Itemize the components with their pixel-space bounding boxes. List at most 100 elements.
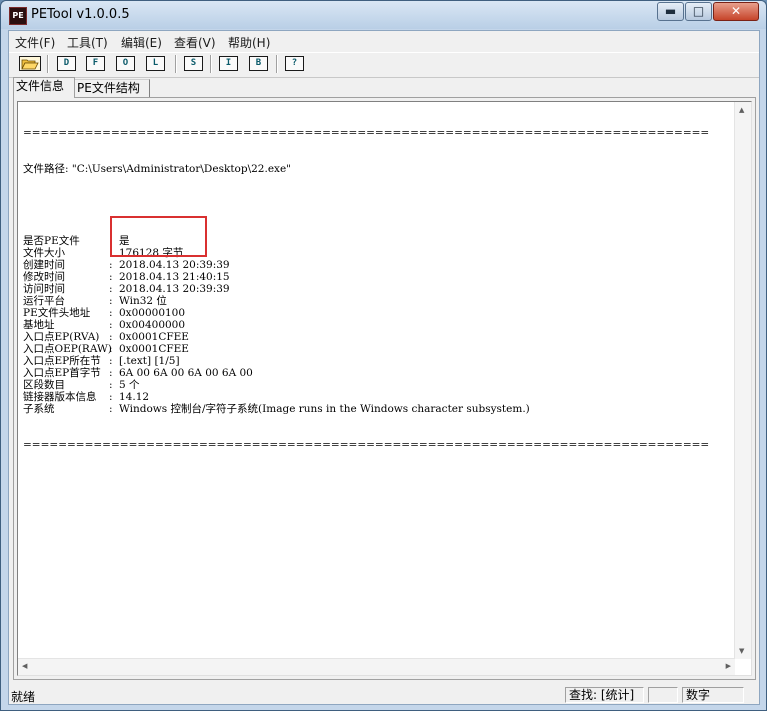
info-row-separator: : (109, 355, 113, 367)
toolbar-separator (175, 55, 177, 73)
info-row-key: 基地址 (23, 319, 55, 331)
minimize-button[interactable]: ▬ (657, 2, 684, 21)
info-row-key: 运行平台 (23, 295, 65, 307)
status-num: 数字 (682, 687, 744, 703)
info-row-separator: : (109, 259, 113, 271)
status-bar: 就绪 查找: [统计] 数字 (9, 685, 759, 704)
info-row-value: 2018.04.13 20:39:39 (119, 283, 230, 295)
info-row-key: 访问时间 (23, 283, 65, 295)
info-row-separator: : (109, 319, 113, 331)
info-row-key: 入口点EP所在节 (23, 355, 101, 367)
menu-help[interactable]: 帮助(H) (228, 34, 270, 51)
toolbar-button-d[interactable]: D (57, 56, 76, 71)
info-row-key: 链接器版本信息 (23, 391, 97, 403)
info-row-separator: : (109, 343, 113, 355)
vertical-scrollbar[interactable]: ▲ ▼ (734, 102, 751, 659)
info-row-key: PE文件头地址 (23, 307, 91, 319)
file-info-textbox[interactable]: ========================================… (17, 101, 752, 676)
folder-open-icon[interactable] (19, 56, 41, 71)
info-row: 入口点OEP(RAW): 0x0001CFEE (23, 343, 733, 355)
info-row-separator: : (109, 403, 113, 415)
info-row-key: 子系统 (23, 403, 55, 415)
info-rows: 是否PE文件: 是文件大小:176128 字节 创建时间:2018.04.13 20… (23, 235, 733, 415)
info-row-separator: : (109, 331, 113, 343)
info-row: 区段数目:5 个 (23, 379, 733, 391)
maximize-button[interactable]: □ (685, 2, 712, 21)
info-row: 运行平台: Win32 位 (23, 295, 733, 307)
toolbar-button-b[interactable]: B (249, 56, 268, 71)
status-blank (648, 687, 678, 703)
app-icon: PE (9, 7, 27, 25)
info-row: 创建时间:2018.04.13 20:39:39 (23, 259, 733, 271)
info-row-key: 文件大小 (23, 247, 65, 259)
info-row-separator: : (109, 307, 113, 319)
info-row-key: 入口点OEP(RAW) (23, 343, 112, 355)
tab-strip: 文件信息 PE文件结构 (9, 77, 759, 98)
main-window: PE PETool v1.0.0.5 ▬ □ ✕ 文件(F) 工具(T) 编辑(… (0, 0, 767, 711)
toolbar-button-l[interactable]: L (146, 56, 165, 71)
window-title: PETool v1.0.0.5 (31, 7, 130, 22)
info-row-separator: : (109, 379, 113, 391)
info-row-key: 是否PE文件 (23, 235, 80, 247)
info-row: 修改时间:2018.04.13 21:40:15 (23, 271, 733, 283)
toolbar-button-s[interactable]: S (184, 56, 203, 71)
tab-pe-structure[interactable]: PE文件结构 (75, 79, 150, 97)
info-row-key: 创建时间 (23, 259, 65, 271)
info-row-key: 修改时间 (23, 271, 65, 283)
scroll-right-arrow[interactable]: ▶ (726, 662, 731, 670)
menu-edit[interactable]: 编辑(E) (121, 34, 162, 51)
scroll-left-arrow[interactable]: ◀ (22, 662, 27, 670)
info-row-value: 6A 00 6A 00 6A 00 6A 00 (119, 367, 253, 379)
title-bar[interactable]: PE PETool v1.0.0.5 ▬ □ ✕ (1, 1, 766, 29)
info-row: 访问时间:2018.04.13 20:39:39 (23, 283, 733, 295)
info-row: 链接器版本信息:14.12 (23, 391, 733, 403)
info-row: PE文件头地址:0x00000100 (23, 307, 733, 319)
client-area: 文件(F) 工具(T) 编辑(E) 查看(V) 帮助(H) D F O L S … (8, 30, 760, 705)
toolbar: D F O L S I B ? (9, 52, 759, 78)
menu-bar: 文件(F) 工具(T) 编辑(E) 查看(V) 帮助(H) (9, 31, 759, 51)
divider-line: ========================================… (23, 439, 710, 451)
toolbar-separator (276, 55, 278, 73)
info-row-separator: : (109, 295, 113, 307)
info-row-value: 2018.04.13 21:40:15 (119, 271, 230, 283)
info-row-value: 5 个 (119, 379, 140, 391)
info-row-separator: : (109, 391, 113, 403)
info-row-value: [.text] [1/5] (119, 355, 180, 367)
info-row-value: 0x00000100 (119, 307, 186, 319)
toolbar-button-f[interactable]: F (86, 56, 105, 71)
tab-file-info[interactable]: 文件信息 (13, 77, 75, 98)
info-row: 子系统: Windows 控制台/字符子系统(Image runs in the … (23, 403, 733, 415)
menu-view[interactable]: 查看(V) (174, 34, 216, 51)
toolbar-separator (47, 55, 49, 73)
scroll-up-arrow[interactable]: ▲ (739, 106, 744, 114)
close-button[interactable]: ✕ (713, 2, 759, 21)
info-row: 入口点EP首字节:6A 00 6A 00 6A 00 6A 00 (23, 367, 733, 379)
info-row-value: 0x0001CFEE (119, 331, 189, 343)
toolbar-button-help[interactable]: ? (285, 56, 304, 71)
toolbar-button-o[interactable]: O (116, 56, 135, 71)
info-row-value: 0x00400000 (119, 319, 186, 331)
toolbar-button-i[interactable]: I (219, 56, 238, 71)
info-row-value: 14.12 (119, 391, 150, 403)
menu-tools[interactable]: 工具(T) (67, 34, 108, 51)
info-row-value: 0x0001CFEE (119, 343, 189, 355)
info-row: 入口点EP所在节: [.text] [1/5] (23, 355, 733, 367)
menu-file[interactable]: 文件(F) (15, 34, 55, 51)
status-find: 查找: [统计] (565, 687, 644, 703)
file-info-content: ========================================… (23, 103, 733, 475)
highlight-box (110, 216, 207, 257)
info-row-value: Windows 控制台/字符子系统(Image runs in the Wind… (119, 403, 530, 415)
info-row: 基地址:0x00400000 (23, 319, 733, 331)
info-row-value: Win32 位 (119, 295, 167, 307)
info-row-separator: : (109, 367, 113, 379)
horizontal-scrollbar[interactable]: ◀ ▶ (18, 658, 735, 675)
path-line: 文件路径: "C:\Users\Administrator\Desktop\22… (23, 163, 291, 175)
info-row-separator: : (109, 283, 113, 295)
info-row-key: 入口点EP首字节 (23, 367, 101, 379)
info-row-separator: : (109, 271, 113, 283)
info-row-key: 区段数目 (23, 379, 65, 391)
toolbar-separator (210, 55, 212, 73)
tab-panel: ========================================… (13, 97, 756, 680)
scroll-down-arrow[interactable]: ▼ (739, 647, 744, 655)
